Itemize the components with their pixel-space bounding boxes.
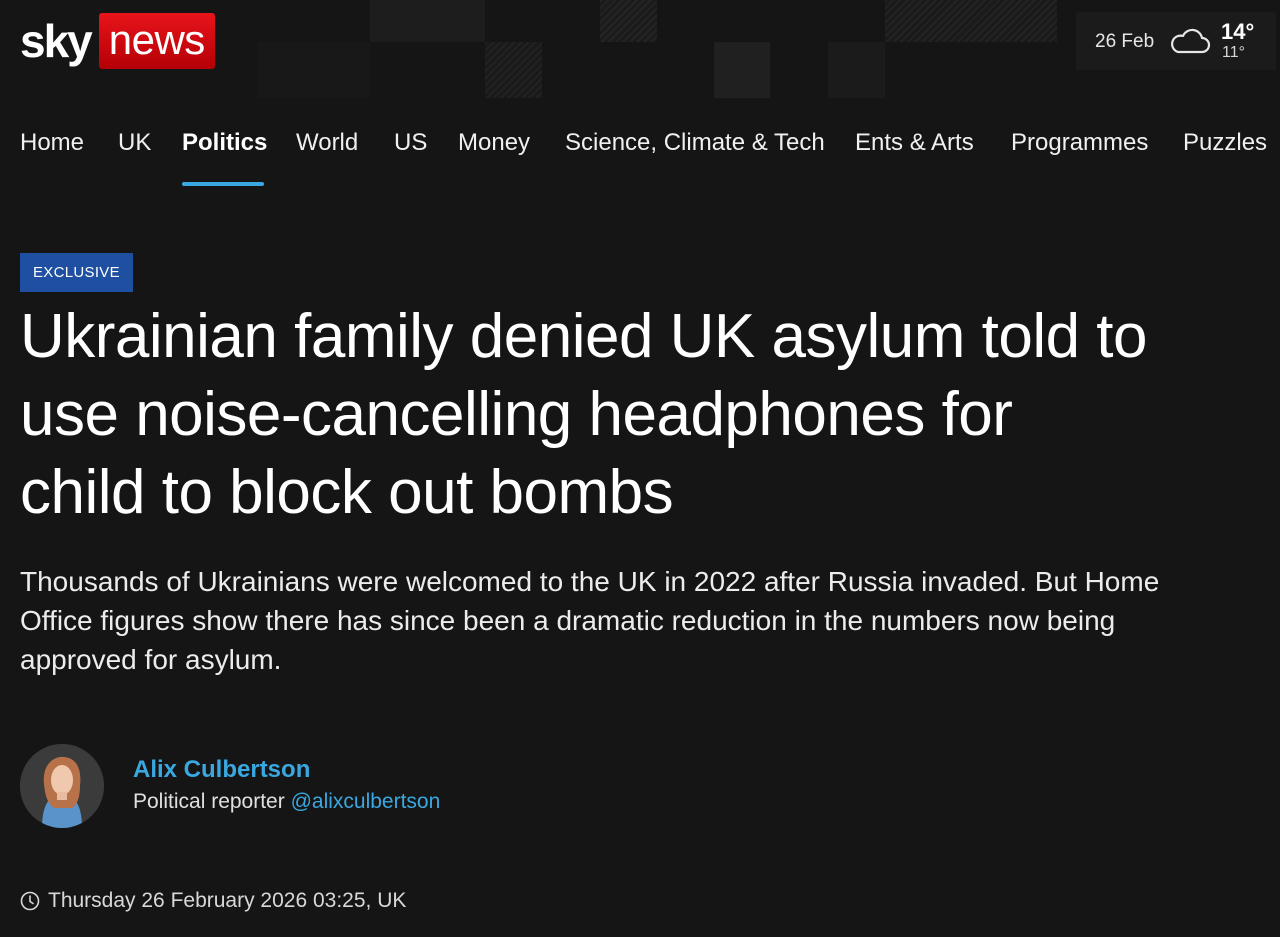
logo-sky-text: sky <box>20 15 93 67</box>
headline-line: child to block out bombs <box>20 458 674 527</box>
article-headline: Ukrainian family denied UK asylum told t… <box>20 298 1260 532</box>
nav-item-science-climate-tech[interactable]: Science, Climate & Tech <box>565 128 825 158</box>
weather-high-temp: 14° <box>1221 19 1255 44</box>
author-role: Political reporter <box>133 790 285 813</box>
standfirst-line: approved for asylum. <box>20 644 282 675</box>
active-nav-indicator <box>182 182 264 186</box>
clock-icon <box>20 891 40 911</box>
weather-date: 26 Feb <box>1095 31 1155 52</box>
weather-low-temp: 11° <box>1222 44 1246 61</box>
headline-line: use noise-cancelling headphones for <box>20 380 1013 449</box>
nav-item-home[interactable]: Home <box>20 128 84 158</box>
nav-item-world[interactable]: World <box>296 128 358 158</box>
author-role-line: Political reporter @alixculbertson <box>133 790 440 814</box>
nav-item-programmes[interactable]: Programmes <box>1011 128 1148 158</box>
nav-item-us[interactable]: US <box>394 128 427 158</box>
weather-widget[interactable]: 26 Feb 14° 11° <box>1076 12 1276 70</box>
author-photo <box>20 744 104 828</box>
timestamp-text: Thursday 26 February 2026 03:25, UK <box>48 889 407 912</box>
author-twitter-handle[interactable]: @alixculbertson <box>291 790 441 813</box>
page: sky news 26 Feb 14° 11° Home UK Politics… <box>0 0 1280 937</box>
nav-item-politics[interactable]: Politics <box>182 128 267 158</box>
article-standfirst: Thousands of Ukrainians were welcomed to… <box>20 562 1260 679</box>
nav-item-puzzles[interactable]: Puzzles <box>1183 128 1267 158</box>
standfirst-line: Thousands of Ukrainians were welcomed to… <box>20 566 1160 597</box>
sky-news-logo[interactable]: sky news <box>20 13 215 69</box>
nav-item-uk[interactable]: UK <box>118 128 151 158</box>
standfirst-line: Office figures show there has since been… <box>20 605 1116 636</box>
publish-timestamp: Thursday 26 February 2026 03:25, UK <box>20 886 406 916</box>
author-name-link[interactable]: Alix Culbertson <box>133 756 310 784</box>
main-navigation: Home UK Politics World US Money Science,… <box>0 120 1280 188</box>
author-avatar[interactable] <box>20 744 104 828</box>
logo-news-text: news <box>98 13 215 69</box>
nav-item-ents-arts[interactable]: Ents & Arts <box>855 128 974 158</box>
headline-line: Ukrainian family denied UK asylum told t… <box>20 302 1148 371</box>
exclusive-badge: EXCLUSIVE <box>20 253 133 292</box>
cloud-icon <box>1171 28 1211 54</box>
nav-item-money[interactable]: Money <box>458 128 530 158</box>
